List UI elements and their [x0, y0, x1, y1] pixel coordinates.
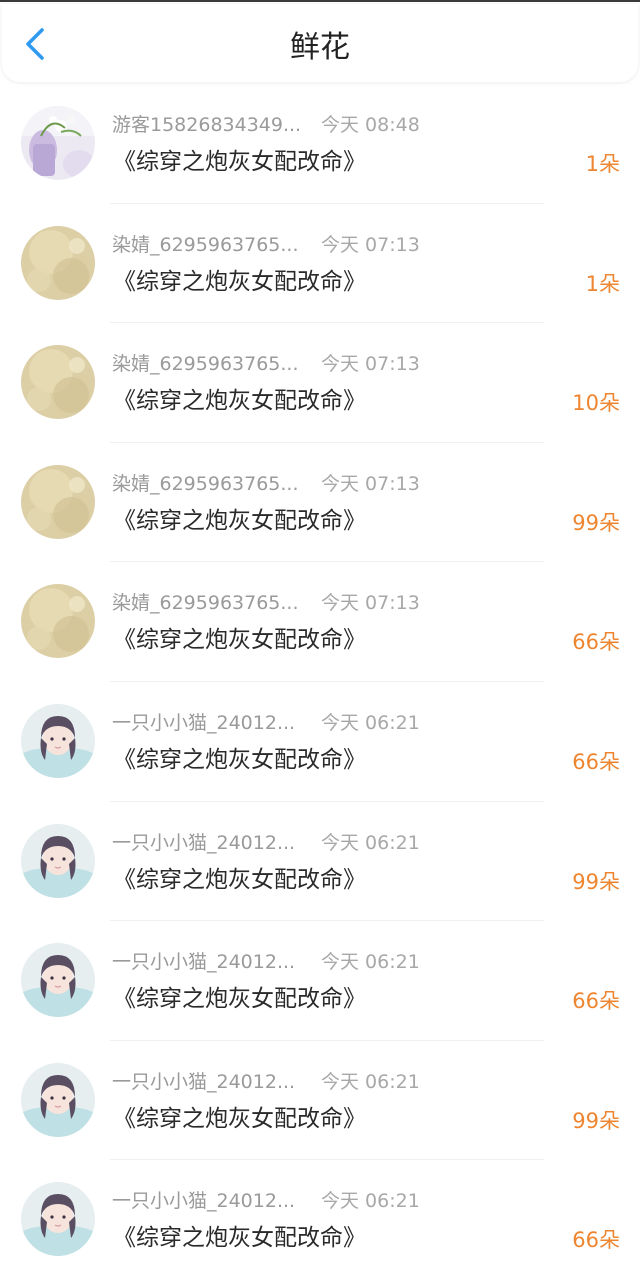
avatar[interactable]	[21, 345, 95, 420]
book-title[interactable]: 《综穿之炮灰女配改命》	[113, 506, 366, 536]
avatar[interactable]	[21, 1182, 95, 1257]
list-item[interactable]: 染婧_6295963765... 今天 07:13 《综穿之炮灰女配改命》 66…	[0, 562, 640, 682]
avatar[interactable]	[21, 584, 95, 659]
timestamp: 今天 07:13	[321, 233, 420, 256]
avatar[interactable]	[21, 943, 95, 1018]
username: 染婧_6295963765...	[112, 233, 299, 256]
timestamp: 今天 06:21	[321, 1190, 420, 1213]
timestamp: 今天 06:21	[321, 711, 420, 734]
timestamp: 今天 08:48	[321, 114, 420, 136]
page-title: 鲜花	[290, 30, 350, 65]
book-title[interactable]: 《综穿之炮灰女配改命》	[113, 267, 366, 297]
avatar[interactable]	[21, 703, 95, 778]
flower-count: 66朵	[572, 749, 620, 774]
avatar[interactable]	[21, 823, 95, 898]
flower-count: 99朵	[572, 510, 620, 535]
timestamp: 今天 07:13	[321, 592, 420, 615]
timestamp: 今天 06:21	[321, 831, 420, 854]
avatar[interactable]	[21, 106, 95, 180]
username: 一只小小猫_24012...	[112, 1190, 296, 1213]
top-nav-bar: 鲜花	[2, 4, 638, 82]
avatar[interactable]	[21, 1062, 95, 1137]
book-title[interactable]: 《综穿之炮灰女配改命》	[113, 984, 366, 1014]
book-title[interactable]: 《综穿之炮灰女配改命》	[113, 1223, 366, 1253]
flower-count: 99朵	[572, 1108, 620, 1133]
timestamp: 今天 07:13	[321, 353, 420, 376]
username: 染婧_6295963765...	[112, 592, 299, 615]
timestamp: 今天 06:21	[321, 951, 420, 974]
username: 游客15826834349...	[112, 114, 302, 136]
username: 一只小小猫_24012...	[112, 831, 296, 854]
username: 一只小小猫_24012...	[112, 1070, 296, 1093]
list-item[interactable]: 染婧_6295963765... 今天 07:13 《综穿之炮灰女配改命》 10…	[0, 323, 640, 443]
book-title[interactable]: 《综穿之炮灰女配改命》	[113, 865, 366, 895]
avatar[interactable]	[21, 464, 95, 539]
list-item[interactable]: 一只小小猫_24012... 今天 06:21 《综穿之炮灰女配改命》 99朵	[0, 1041, 640, 1161]
list-item[interactable]: 一只小小猫_24012... 今天 06:21 《综穿之炮灰女配改命》 66朵	[0, 1160, 640, 1280]
username: 一只小小猫_24012...	[112, 711, 296, 734]
book-title[interactable]: 《综穿之炮灰女配改命》	[113, 386, 366, 416]
flower-count: 1朵	[585, 152, 620, 176]
list-item[interactable]: 染婧_6295963765... 今天 07:13 《综穿之炮灰女配改命》 99…	[0, 443, 640, 563]
username: 一只小小猫_24012...	[112, 951, 296, 974]
book-title[interactable]: 《综穿之炮灰女配改命》	[113, 625, 366, 655]
flower-count: 66朵	[572, 989, 620, 1014]
flower-count: 1朵	[585, 271, 620, 296]
flower-count: 99朵	[572, 869, 620, 894]
book-title[interactable]: 《综穿之炮灰女配改命》	[113, 147, 366, 177]
timestamp: 今天 06:21	[321, 1070, 420, 1093]
list-item[interactable]: 一只小小猫_24012... 今天 06:21 《综穿之炮灰女配改命》 66朵	[0, 921, 640, 1041]
flower-count: 66朵	[572, 630, 620, 655]
username: 染婧_6295963765...	[112, 472, 299, 495]
book-title[interactable]: 《综穿之炮灰女配改命》	[113, 1104, 366, 1134]
list-item[interactable]: 染婧_6295963765... 今天 07:13 《综穿之炮灰女配改命》 1朵	[0, 204, 640, 324]
list-item[interactable]: 一只小小猫_24012... 今天 06:21 《综穿之炮灰女配改命》 99朵	[0, 802, 640, 922]
flower-count: 10朵	[572, 391, 620, 416]
list-item[interactable]: 一只小小猫_24012... 今天 06:21 《综穿之炮灰女配改命》 66朵	[0, 682, 640, 802]
flower-count: 66朵	[572, 1228, 620, 1253]
avatar[interactable]	[21, 225, 95, 300]
list-item[interactable]: 游客15826834349... 今天 08:48 《综穿之炮灰女配改命》 1朵	[0, 84, 640, 204]
flower-records-list: 游客15826834349... 今天 08:48 《综穿之炮灰女配改命》 1朵…	[0, 84, 640, 1280]
username: 染婧_6295963765...	[112, 353, 299, 376]
book-title[interactable]: 《综穿之炮灰女配改命》	[113, 745, 366, 775]
status-bar-edge	[0, 0, 640, 2]
timestamp: 今天 07:13	[321, 472, 420, 495]
